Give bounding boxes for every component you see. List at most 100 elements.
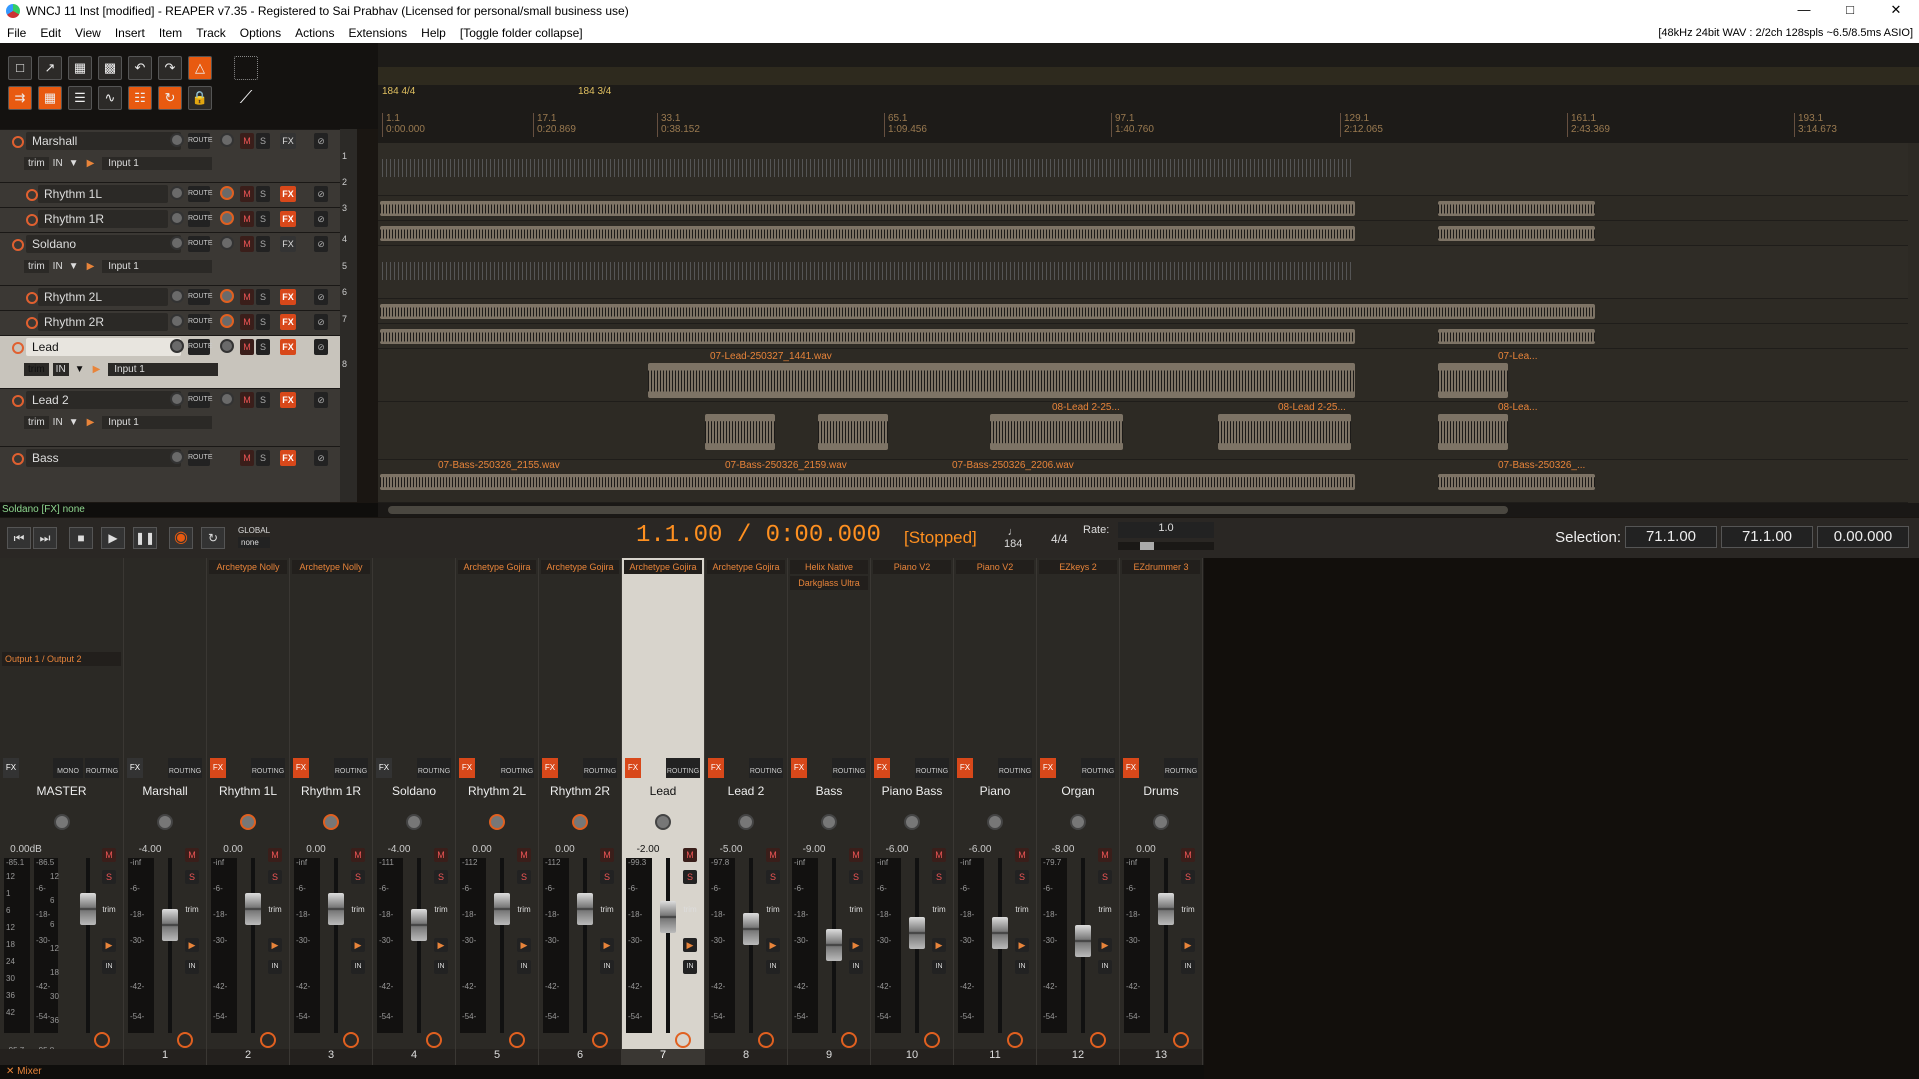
phase-icon[interactable]: ⊘ [314,289,328,305]
track-name[interactable]: Rhythm 2R [38,313,168,331]
mixer-strip-piano[interactable]: Piano V2 FX ROUTING Piano -6.00 -inf -6- -18- -3… [954,558,1037,1065]
input-select[interactable]: Input 1 [102,259,213,273]
record-arm-icon[interactable] [94,1032,110,1048]
track-name[interactable]: Bass [26,449,181,467]
record-monitor-icon[interactable]: ▶ [683,938,697,952]
track-name[interactable]: Rhythm 1L [38,185,168,203]
volume-readout[interactable]: 0.00 [543,844,587,855]
mute-button[interactable]: M [240,339,254,355]
time-position[interactable]: 1.1.00 / 0:00.000 [636,522,881,549]
trim-button[interactable]: trim [24,156,49,170]
fx-slot[interactable]: Archetype Gojira [707,560,785,574]
solo-button[interactable]: S [185,870,199,884]
record-arm-icon[interactable] [1090,1032,1106,1048]
audio-item[interactable] [380,474,1355,490]
strip-name[interactable]: Lead 2 [705,784,787,798]
trim-button[interactable]: trim [24,415,49,429]
mute-button[interactable]: M [849,848,863,862]
solo-button[interactable]: S [1098,870,1112,884]
fx-slot[interactable]: Piano V2 [873,560,951,574]
automation-mode-select[interactable]: none [238,537,271,548]
mute-button[interactable]: M [1181,848,1195,862]
strip-name[interactable]: Rhythm 1L [207,784,289,798]
fx-button[interactable]: FX [542,758,558,778]
track-soldano[interactable]: Soldano ROUTE M S FX ⊘ trim IN ▼ ▶ Input… [0,232,340,285]
fx-button[interactable]: FX [280,450,296,466]
record-monitor-icon[interactable]: ▶ [185,938,199,952]
lane-marshall[interactable] [378,143,1908,196]
horizontal-scrollbar[interactable] [378,503,1919,517]
menu-insert[interactable]: Insert [108,26,152,40]
routing-button[interactable]: ROUTING [500,758,534,778]
menu-actions[interactable]: Actions [288,26,341,40]
pan-knob[interactable] [738,814,754,830]
input-select[interactable]: Input 1 [108,362,219,376]
rate-slider-thumb[interactable] [1140,542,1154,550]
menu-options[interactable]: Options [233,26,288,40]
fx-button[interactable]: FX [3,758,19,778]
pan-knob[interactable] [240,814,256,830]
bpm-value[interactable]: 184 [1004,538,1022,550]
strip-name[interactable]: Marshall [124,784,206,798]
audio-item[interactable] [382,153,1352,183]
routing-button[interactable]: ROUTING [749,758,783,778]
volume-readout[interactable]: -5.00 [709,844,753,855]
input-button[interactable]: IN [434,960,448,974]
trim-button[interactable]: trim [1177,903,1199,917]
input-button[interactable]: IN [351,960,365,974]
solo-button[interactable]: S [1015,870,1029,884]
volume-knob[interactable] [170,392,184,406]
fader-track[interactable] [251,858,255,1033]
trim-button[interactable]: trim [430,903,452,917]
record-monitor-icon[interactable]: ▶ [351,938,365,952]
input-select[interactable]: Input 1 [102,415,213,429]
ripple-edit-icon[interactable]: ☰ [68,86,92,110]
phase-icon[interactable]: ⊘ [314,392,328,408]
solo-button[interactable]: S [256,289,270,305]
track-rhythm-1l[interactable]: Rhythm 1L ROUTE M S FX ⊘ [0,182,340,207]
volume-knob[interactable] [170,314,184,328]
audio-item[interactable] [648,363,1355,398]
mixer-tab[interactable]: ✕ Mixer [0,1065,1204,1079]
chevron-down-icon[interactable]: ▼ [75,364,85,375]
fx-button[interactable]: FX [280,186,296,202]
strip-name[interactable]: Piano [954,784,1036,798]
mute-button[interactable]: M [240,211,254,227]
volume-knob[interactable] [170,450,184,464]
strip-name[interactable]: Rhythm 1R [290,784,372,798]
go-to-end-icon[interactable]: ⏭ [33,527,57,549]
input-button[interactable]: IN [1098,960,1112,974]
rate-value[interactable]: 1.0 [1118,522,1214,538]
route-button[interactable]: ROUTE [188,133,213,149]
phase-icon[interactable]: ⊘ [314,314,328,330]
mono-button[interactable]: MONO [53,758,83,778]
solo-button[interactable]: S [600,870,614,884]
trim-button[interactable]: trim [181,903,203,917]
audio-item[interactable] [380,226,1355,241]
mute-button[interactable]: M [240,314,254,330]
lane-rhythm-1l[interactable] [378,196,1908,221]
grid-icon[interactable]: ▦ [38,86,62,110]
trim-button[interactable]: trim [845,903,867,917]
mixer-strip-lead[interactable]: Archetype Gojira FX ROUTING Lead -2.00 -99.3-… [622,558,705,1065]
fader-track[interactable] [666,858,670,1033]
record-monitor-icon[interactable]: ▶ [87,158,95,169]
route-button[interactable]: ROUTE [188,236,213,252]
record-monitor-icon[interactable]: ▶ [766,938,780,952]
input-button[interactable]: IN [683,960,697,974]
fader-track[interactable] [334,858,338,1033]
global-automation[interactable]: GLOBAL none [238,526,271,548]
volume-fader[interactable] [328,893,344,925]
fader-track[interactable] [500,858,504,1033]
selection-length[interactable]: 0.00.000 [1817,526,1909,548]
volume-readout[interactable]: 0.00 [1124,844,1168,855]
fx-button[interactable]: FX [280,211,296,227]
audio-item[interactable] [382,256,1352,286]
volume-readout[interactable]: -2.00 [626,844,670,855]
routing-button[interactable]: ROUTING [85,758,119,778]
selection-end[interactable]: 71.1.00 [1721,526,1813,548]
lane-bass[interactable]: 07-Bass-250326_2155.wav 07-Bass-250326_2… [378,460,1908,503]
arrange-view[interactable]: 184 4/4 184 3/4 1.1 0:00.000 17.1 0:20.869… [378,43,1919,517]
volume-readout[interactable]: -6.00 [958,844,1002,855]
item-grouping-icon[interactable]: ☷ [128,86,152,110]
